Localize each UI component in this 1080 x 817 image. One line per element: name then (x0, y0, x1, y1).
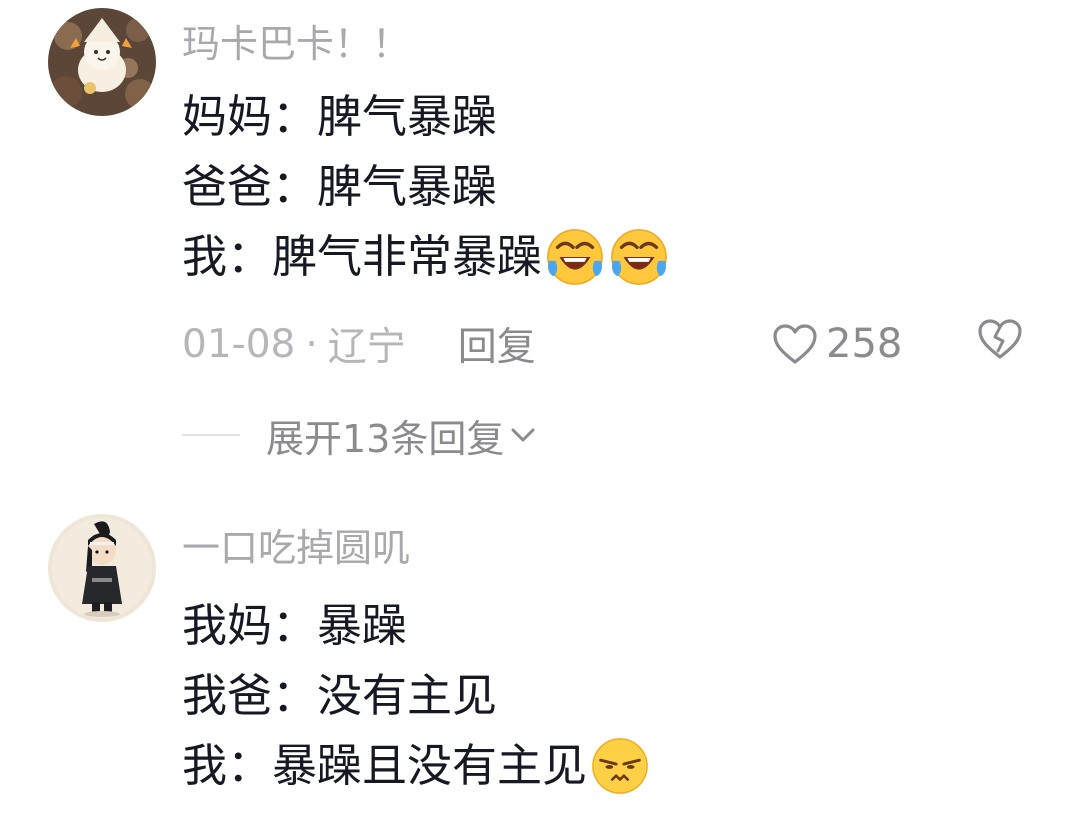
comment-content: 我妈：暴躁 我爸：没有主见 我：暴躁且没有主见 (182, 591, 651, 801)
comment-line-text: 我爸：没有主见 (182, 669, 498, 722)
comment-line: 我妈：暴躁 (182, 591, 651, 661)
comment-line: 我：暴躁且没有主见 (182, 731, 651, 801)
comment-line: 妈妈：脾气暴躁 (182, 82, 670, 152)
dislike-button[interactable] (977, 318, 1023, 370)
reply-button[interactable]: 回复 (458, 316, 536, 372)
comment-meta-row: 01-08 · 辽宁 回复 258 (182, 316, 1024, 372)
comment-location: 辽宁 (327, 325, 406, 370)
comment-line-text: 妈妈：脾气暴躁 (182, 90, 498, 143)
broken-heart-icon (978, 319, 1022, 359)
user-avatar[interactable] (48, 514, 156, 622)
character-avatar-icon (48, 514, 156, 622)
comment-line: 爸爸：脾气暴躁 (182, 152, 670, 222)
smirk-emoji-icon (592, 738, 648, 794)
comment-line-text: 我：暴躁且没有主见 (182, 739, 588, 792)
comment-content: 妈妈：脾气暴躁 爸爸：脾气暴躁 我：脾气非常暴躁 (182, 82, 670, 292)
comment-line-text: 我：脾气非常暴躁 (182, 230, 543, 283)
like-button[interactable]: 258 (772, 321, 902, 367)
user-avatar[interactable] (48, 8, 156, 116)
expand-replies[interactable]: 展开13条回复 (182, 408, 536, 463)
comment-line-text: 爸爸：脾气暴躁 (182, 160, 498, 213)
comment-line-text: 我妈：暴躁 (182, 599, 408, 652)
comment-username[interactable]: 玛卡巴卡！！ (182, 22, 410, 66)
comment-line: 我：脾气非常暴躁 (182, 222, 670, 292)
expand-replies-label[interactable]: 展开13条回复 (266, 408, 504, 463)
meta-separator: · (305, 321, 318, 367)
comment-date: 01-08 (182, 321, 296, 367)
comment-line: 我爸：没有主见 (182, 661, 651, 731)
like-count: 258 (826, 321, 903, 367)
chevron-down-icon[interactable] (510, 426, 536, 444)
comment-username[interactable]: 一口吃掉圆叽 (182, 526, 410, 570)
heart-icon (773, 324, 817, 364)
cat-avatar-icon (48, 8, 156, 116)
divider (182, 434, 240, 436)
laugh-cry-emoji-icon (547, 229, 603, 285)
laugh-cry-emoji-icon (611, 229, 667, 285)
